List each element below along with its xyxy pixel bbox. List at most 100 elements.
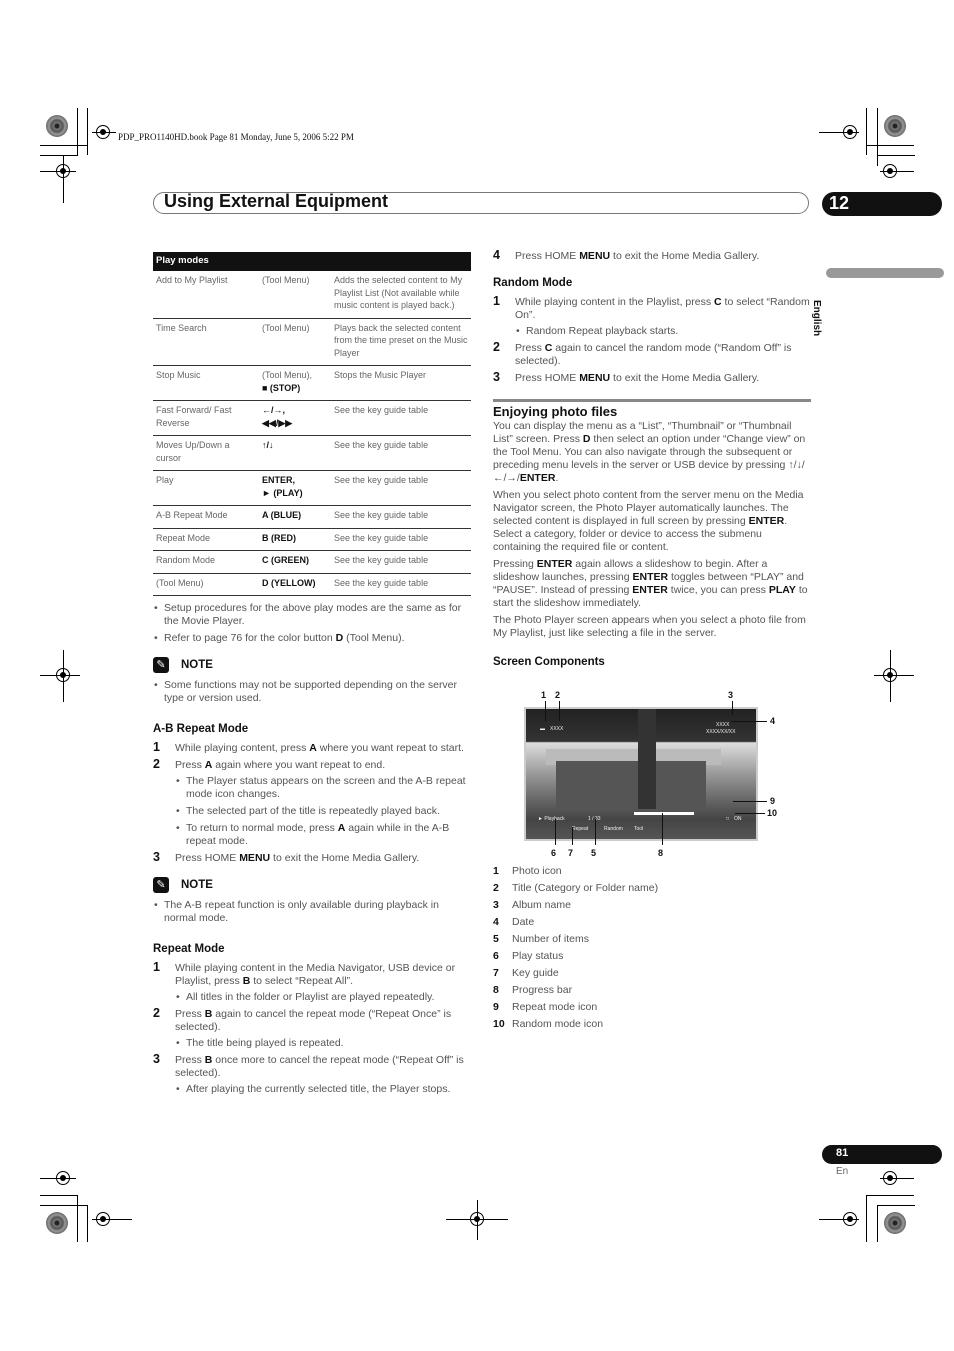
mode-function: Add to My Playlist [153,271,259,319]
mode-description: See the key guide table [331,505,471,529]
pencil-icon: ✎ [153,657,169,673]
step-bullets: Random Repeat playback starts. [515,325,811,338]
bullet-item: Random Repeat playback starts. [515,325,811,338]
mode-key-secondary: ► (PLAY) [262,487,303,498]
bullet-item: After playing the currently selected tit… [175,1083,471,1096]
step-number: 1 [493,294,500,308]
callout-leader [545,701,546,721]
legend-item: 7 Key guide [493,967,811,980]
step-number: 2 [153,1006,160,1020]
repeat-mode-steps: 1 While playing content in the Media Navi… [153,961,471,1097]
repeat-mode-step-4: 4 Press HOME MENU to exit the Home Media … [493,249,811,263]
step-text: Press HOME MENU to exit the Home Media G… [515,372,760,384]
table-row: A-B Repeat Mode A (BLUE) See the key guide… [153,505,471,529]
mode-description: See the key guide table [331,573,471,596]
paragraph: The Photo Player screen appears when you… [493,614,806,639]
note-title: NOTE [181,658,213,671]
callout-leader [572,827,573,845]
crop-mark [40,675,80,676]
paragraph: Pressing ENTER again allows a slideshow … [493,558,808,609]
table-heading: Play modes [153,252,471,271]
ab-repeat-steps: 1 While playing content, press A where yo… [153,741,471,865]
crop-mark [92,132,116,133]
step-number: 2 [493,340,500,354]
screen-key-tool: Tool [634,826,644,832]
screen-key-repeat: Repeat [572,826,589,832]
paragraph: When you select photo content from the s… [493,489,804,553]
table-row: Moves Up/Down a cursor ↑/↓ See the key gui… [153,435,471,471]
table-notes: Setup procedures for the above play mode… [153,602,471,645]
legend-label: Title (Category or Folder name) [512,882,659,894]
legend-number: 5 [493,933,499,945]
legend-item: 5 Number of items [493,933,811,946]
crop-mark [866,1195,914,1196]
crop-mark [77,1195,78,1242]
mode-key: (Tool Menu) [259,271,331,319]
left-column: Play modes Add to My Playlist (Tool Menu)… [153,252,471,1100]
mode-function: Stop Music [153,365,259,401]
registration-disc [884,1212,906,1234]
legend-number: 2 [493,882,499,894]
crop-mark [40,171,76,172]
mode-description: See the key guide table [331,470,471,506]
crop-mark [40,1195,78,1196]
table-row: Stop Music (Tool Menu), ■ (STOP) Stops the … [153,365,471,401]
note-list: Some functions may not be supported depe… [153,679,471,705]
step-bullets: The title being played is repeated. [175,1037,471,1050]
mode-key: D (YELLOW) [259,573,331,596]
mode-description: See the key guide table [331,400,471,436]
crop-mark [87,1205,88,1242]
step-number: 3 [493,370,500,384]
note-header: ✎ NOTE [153,657,471,673]
legend-item: 9 Repeat mode icon [493,1001,811,1014]
legend-number: 6 [493,950,499,962]
callout-6: 6 [551,848,557,858]
step-text: Press HOME MENU to exit the Home Media G… [515,250,760,262]
repeat-mode-heading: Repeat Mode [153,943,225,955]
step-text: Press C again to cancel the random mode … [515,342,792,367]
callout-7: 7 [568,848,574,858]
mode-function: (Tool Menu) [153,573,259,596]
screen-date: XXXX/XX/XX [706,729,736,735]
screen-components-heading: Screen Components [493,656,605,668]
legend-item: 3 Album name [493,899,811,912]
chapter-number: 12 [829,193,850,213]
step-bullets: The Player status appears on the screen … [175,775,471,848]
callout-4: 4 [770,716,776,726]
repeat-mode-icon: □ [726,816,730,822]
mode-key: (Tool Menu), ■ (STOP) [259,365,331,401]
mode-key-secondary: ◀◀/▶▶ [262,417,293,428]
photo-section-heading: Enjoying photo files [493,404,618,419]
registration-disc [884,115,906,137]
legend-label: Date [512,916,535,928]
crop-mark [40,1178,76,1179]
crop-mark [40,155,78,156]
progress-bar [634,812,694,815]
step-text: While playing content in the Media Navig… [175,962,456,987]
bullet-item: Refer to page 76 for the color button D … [153,632,471,645]
screen-diagram: ▬ XXXX XXXX XXXX/XX/XX ► Playback 1 / 33… [493,677,811,858]
table-row: Fast Forward/ Fast Reverse ←/→, ◀◀/▶▶ See t… [153,400,471,436]
mode-description: Stops the Music Player [331,365,471,401]
crop-mark [874,675,914,676]
mode-key: C (GREEN) [259,550,331,574]
random-mode-steps: 1 While playing content in the Playlist, … [493,294,811,385]
random-mode-label: ON [734,816,742,822]
callout-5: 5 [591,848,597,858]
step-item: 2 Press C again to cancel the random mode… [493,340,811,368]
mode-description: Adds the selected content to My Playlist… [331,271,471,319]
bullet-item: The title being played is repeated. [175,1037,471,1050]
table-row: Add to My Playlist (Tool Menu) Adds the se… [153,271,471,319]
legend-number: 9 [493,1001,499,1013]
crop-mark [819,1219,859,1220]
mode-key: ENTER, ► (PLAY) [259,470,331,506]
mode-key: ↑/↓ [259,435,331,471]
mode-description: Plays back the selected content from the… [331,318,471,366]
step-item: 1 While playing content in the Playlist, … [493,294,811,339]
step-text: Press B once more to cancel the repeat m… [175,1054,464,1079]
step-item: 3 Press HOME MENU to exit the Home Media … [153,851,471,865]
callout-leader [735,813,765,814]
step-text: While playing content, press A where you… [175,742,464,754]
step-item: 2 Press A again where you want repeat to … [153,758,471,848]
legend-label: Play status [512,950,564,962]
